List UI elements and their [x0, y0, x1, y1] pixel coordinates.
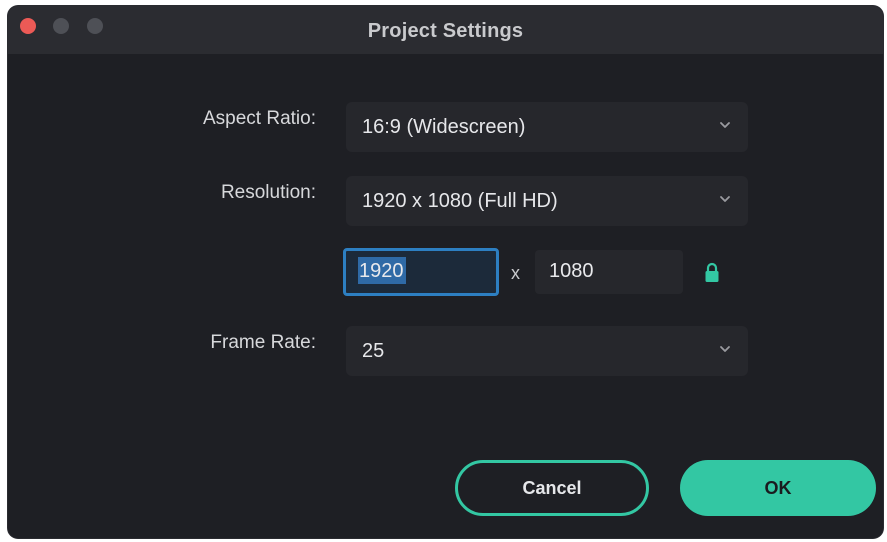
cancel-button[interactable]: Cancel: [455, 460, 649, 516]
width-input[interactable]: [359, 259, 479, 283]
aspect-ratio-value: 16:9 (Widescreen): [362, 116, 526, 138]
dimension-separator: x: [511, 263, 520, 283]
title-bar: Project Settings: [8, 6, 883, 54]
chevron-down-icon: [720, 122, 730, 128]
height-input[interactable]: [549, 259, 669, 283]
dialog-title: Project Settings: [367, 20, 524, 42]
height-field[interactable]: [535, 250, 683, 294]
frame-rate-value: 25: [362, 340, 385, 362]
aspect-ratio-dropdown[interactable]: 16:9 (Widescreen): [346, 102, 748, 152]
resolution-label: Resolution:: [220, 182, 316, 203]
project-settings-dialog: Project Settings Aspect Ratio: 16:9 (Wid…: [8, 6, 883, 538]
resolution-value: 1920 x 1080 (Full HD): [362, 190, 558, 212]
ok-button[interactable]: OK: [680, 460, 876, 516]
frame-rate-label: Frame Rate:: [210, 332, 316, 353]
chevron-down-icon: [720, 346, 730, 352]
lock-icon[interactable]: [704, 262, 720, 284]
aspect-ratio-label: Aspect Ratio:: [203, 108, 316, 129]
chevron-down-icon: [720, 196, 730, 202]
width-field[interactable]: [343, 248, 499, 296]
frame-rate-dropdown[interactable]: 25: [346, 326, 748, 376]
resolution-dropdown[interactable]: 1920 x 1080 (Full HD): [346, 176, 748, 226]
